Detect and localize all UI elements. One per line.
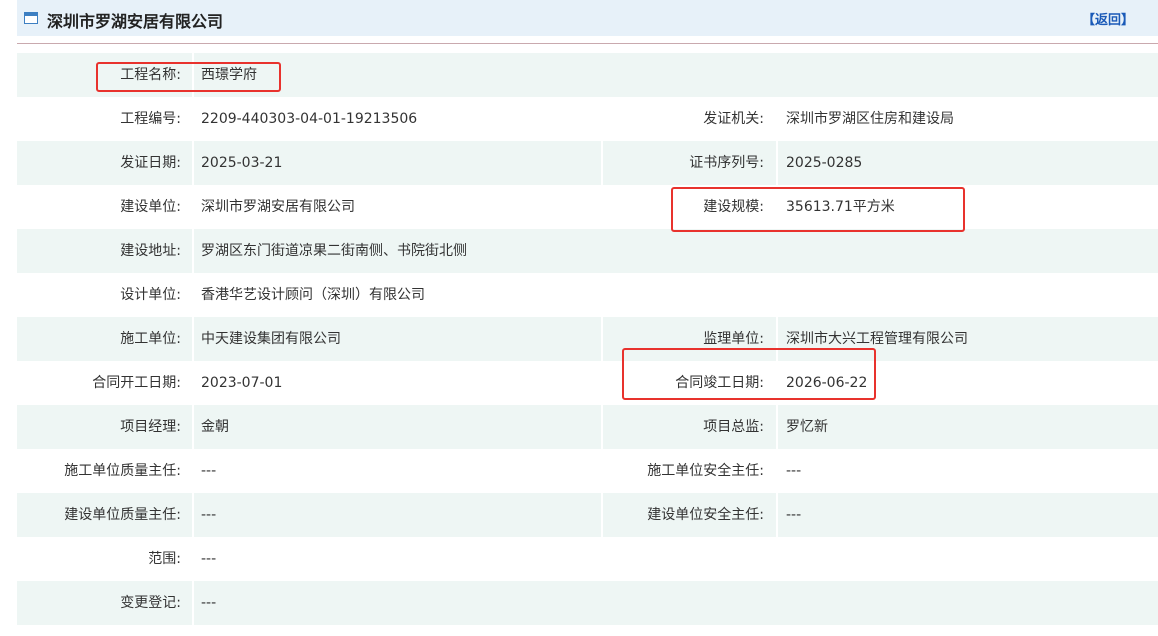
value-address: 罗湖区东门街道凉果二街南侧、书院街北侧 bbox=[201, 243, 467, 259]
back-link[interactable]: 【返回】 bbox=[1082, 9, 1134, 28]
value-issuing-authority: 深圳市罗湖区住房和建设局 bbox=[786, 111, 954, 127]
value-contractor: 中天建设集团有限公司 bbox=[201, 331, 341, 347]
project-detail-table: 工程名称: 西璟学府 工程编号: 2209-440303-04-01-19213… bbox=[17, 53, 1158, 625]
value-chief-supervisor: 罗忆新 bbox=[786, 419, 828, 435]
label-supervisor-unit: 监理单位: bbox=[703, 331, 764, 347]
value-builder-safety: --- bbox=[786, 507, 802, 523]
value-builder-quality: --- bbox=[201, 507, 217, 523]
label-chief-supervisor: 项目总监: bbox=[703, 419, 764, 435]
value-contractor-safety: --- bbox=[786, 463, 802, 479]
label-change-registration: 变更登记: bbox=[120, 595, 181, 611]
label-project-name: 工程名称: bbox=[120, 67, 181, 83]
detail-row-designer: 设计单位: 香港华艺设计顾问（深圳）有限公司 bbox=[17, 273, 1158, 317]
page-header: 深圳市罗湖安居有限公司 【返回】 bbox=[17, 0, 1158, 36]
value-issue-date: 2025-03-21 bbox=[201, 155, 283, 171]
value-contract-completion: 2026-06-22 bbox=[786, 375, 868, 391]
detail-row-builder: 建设单位: 深圳市罗湖安居有限公司 建设规模: 35613.71平方米 bbox=[17, 185, 1158, 229]
detail-row-contractor: 施工单位: 中天建设集团有限公司 监理单位: 深圳市大兴工程管理有限公司 bbox=[17, 317, 1158, 361]
label-certificate-serial: 证书序列号: bbox=[689, 155, 764, 171]
label-issuing-authority: 发证机关: bbox=[703, 111, 764, 127]
label-scope: 范围: bbox=[148, 551, 181, 567]
label-contractor-safety: 施工单位安全主任: bbox=[647, 463, 764, 479]
value-designer: 香港华艺设计顾问（深圳）有限公司 bbox=[201, 287, 425, 303]
value-construction-scale: 35613.71平方米 bbox=[786, 199, 895, 215]
label-builder-quality: 建设单位质量主任: bbox=[64, 507, 181, 523]
value-certificate-serial: 2025-0285 bbox=[786, 155, 863, 171]
label-builder: 建设单位: bbox=[120, 199, 181, 215]
page-title: 深圳市罗湖安居有限公司 bbox=[47, 12, 224, 31]
window-icon bbox=[24, 12, 38, 24]
header-divider bbox=[17, 43, 1158, 44]
value-project-name: 西璟学府 bbox=[201, 67, 257, 83]
detail-row-builder-officers: 建设单位质量主任: --- 建设单位安全主任: --- bbox=[17, 493, 1158, 537]
detail-row-contract-dates: 合同开工日期: 2023-07-01 合同竣工日期: 2026-06-22 bbox=[17, 361, 1158, 405]
detail-row-project-name: 工程名称: 西璟学府 bbox=[17, 53, 1158, 97]
label-builder-safety: 建设单位安全主任: bbox=[647, 507, 764, 523]
value-scope: --- bbox=[201, 551, 217, 567]
label-issue-date: 发证日期: bbox=[120, 155, 181, 171]
label-address: 建设地址: bbox=[120, 243, 181, 259]
label-construction-scale: 建设规模: bbox=[703, 199, 764, 215]
label-contractor-quality: 施工单位质量主任: bbox=[64, 463, 181, 479]
detail-row-contractor-officers: 施工单位质量主任: --- 施工单位安全主任: --- bbox=[17, 449, 1158, 493]
label-contract-completion: 合同竣工日期: bbox=[675, 375, 764, 391]
detail-row-issue-date: 发证日期: 2025-03-21 证书序列号: 2025-0285 bbox=[17, 141, 1158, 185]
label-project-manager: 项目经理: bbox=[120, 419, 181, 435]
value-builder: 深圳市罗湖安居有限公司 bbox=[201, 199, 355, 215]
value-project-number: 2209-440303-04-01-19213506 bbox=[201, 111, 418, 127]
value-contract-start: 2023-07-01 bbox=[201, 375, 283, 391]
detail-row-change-registration: 变更登记: --- bbox=[17, 581, 1158, 625]
detail-row-address: 建设地址: 罗湖区东门街道凉果二街南侧、书院街北侧 bbox=[17, 229, 1158, 273]
label-project-number: 工程编号: bbox=[120, 111, 181, 127]
value-supervisor-unit: 深圳市大兴工程管理有限公司 bbox=[786, 331, 968, 347]
detail-row-scope: 范围: --- bbox=[17, 537, 1158, 581]
value-contractor-quality: --- bbox=[201, 463, 217, 479]
detail-row-project-number: 工程编号: 2209-440303-04-01-19213506 发证机关: 深… bbox=[17, 97, 1158, 141]
value-change-registration: --- bbox=[201, 595, 217, 611]
detail-row-managers: 项目经理: 金朝 项目总监: 罗忆新 bbox=[17, 405, 1158, 449]
label-contractor: 施工单位: bbox=[120, 331, 181, 347]
value-project-manager: 金朝 bbox=[201, 419, 229, 435]
label-designer: 设计单位: bbox=[120, 287, 181, 303]
label-contract-start: 合同开工日期: bbox=[92, 375, 181, 391]
